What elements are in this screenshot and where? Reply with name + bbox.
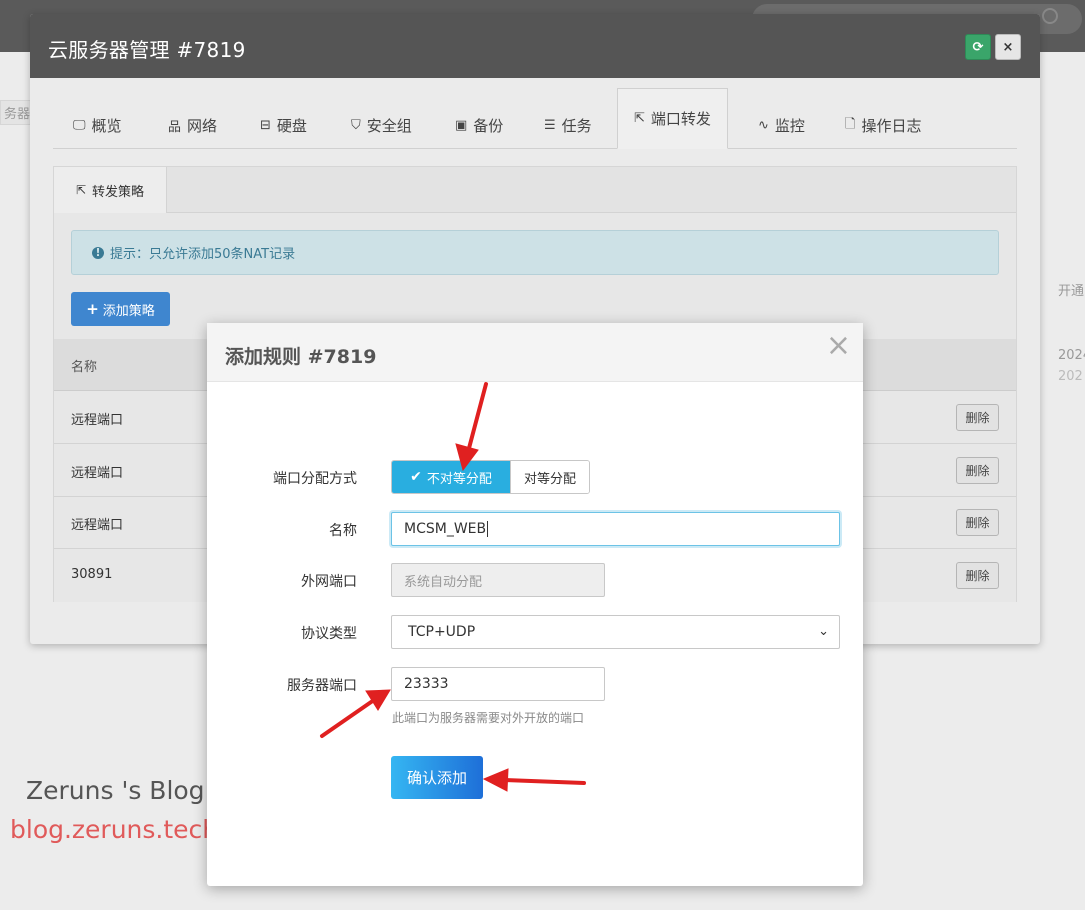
server-port-help: 此端口为服务器需要对外开放的端口: [392, 711, 585, 725]
tab-backup[interactable]: ▣ 备份: [455, 102, 503, 149]
tab-label: 网络: [187, 117, 218, 135]
add-policy-button[interactable]: + 添加策略: [71, 292, 170, 326]
tab-disk[interactable]: ⊟ 硬盘: [260, 102, 307, 149]
panel-tab-label: 转发策略: [92, 184, 145, 200]
monitor-icon: 🖵: [73, 118, 86, 133]
info-alert: ! 提示：只允许添加50条NAT记录: [71, 230, 999, 275]
row-name: 远程端口: [71, 466, 124, 481]
external-link-icon: ⇱: [634, 111, 645, 126]
watermark-url: blog.zeruns.tech: [10, 815, 219, 844]
tab-network[interactable]: 品网络: [168, 102, 217, 149]
tab-label: 备份: [473, 117, 504, 135]
modal-close-button[interactable]: ×: [826, 331, 851, 361]
info-icon: !: [92, 246, 104, 259]
save-icon: ▣: [455, 118, 468, 133]
background-date-text: 2024: [1058, 348, 1085, 363]
row-name: 远程端口: [71, 413, 124, 428]
modal-header: 添加规则 #7819 ×: [207, 323, 863, 382]
server-port-input[interactable]: 23333: [391, 667, 605, 701]
tab-overview[interactable]: 🖵 概览: [73, 102, 122, 149]
external-link-icon: ⇱: [75, 183, 87, 197]
option-label: 不对等分配: [426, 471, 492, 487]
shield-icon: ⛉: [351, 118, 361, 133]
refresh-button[interactable]: ⟳: [965, 34, 991, 60]
add-rule-modal: 添加规则 #7819 × 端口分配方式 ✔ 不对等分配 对等分配 名称 MCSM_…: [207, 323, 863, 886]
protocol-label: 协议类型: [301, 626, 357, 642]
name-input[interactable]: MCSM_WEB: [391, 512, 840, 546]
tab-label: 硬盘: [276, 117, 307, 135]
panel-tab-bar: ⇱ 转发策略: [54, 167, 1016, 213]
protocol-value: TCP+UDP: [408, 624, 476, 640]
tasks-icon: ☰: [544, 118, 556, 133]
delete-button[interactable]: 删除: [956, 457, 999, 484]
network-icon: 品: [168, 120, 182, 135]
file-icon: 🗋: [845, 116, 856, 132]
delete-button[interactable]: 删除: [956, 404, 999, 431]
tab-bar: 🖵 概览 品网络 ⊟ 硬盘 ⛉ 安全组 ▣ 备份 ☰ 任务 ⇱ 端口转发 ∿ 监控 🗋 操作日志: [53, 88, 1017, 149]
window-header: 云服务器管理 #7819 ⟳ ×: [30, 14, 1040, 78]
tab-operation-log[interactable]: 🗋 操作日志: [845, 102, 921, 149]
tab-tasks[interactable]: ☰ 任务: [544, 102, 592, 149]
option-unequal-allocation[interactable]: ✔ 不对等分配: [392, 461, 510, 493]
background-sidebar-text: 务器: [0, 100, 35, 125]
chevron-down-icon: ⌄: [818, 624, 829, 639]
protocol-select[interactable]: TCP+UDP ⌄: [391, 615, 840, 649]
delete-button[interactable]: 删除: [956, 509, 999, 536]
column-header-name: 名称: [71, 360, 98, 375]
external-port-label: 外网端口: [301, 574, 357, 590]
add-policy-label: 添加策略: [102, 303, 155, 319]
row-name: 30891: [71, 567, 113, 582]
name-value: MCSM_WEB: [404, 521, 487, 537]
option-equal-allocation[interactable]: 对等分配: [510, 461, 589, 493]
watermark-title: Zeruns 's Blog: [26, 776, 205, 805]
background-date-text-2: 202: [1058, 369, 1083, 384]
disk-icon: ⊟: [260, 118, 271, 133]
external-port-input: 系统自动分配: [391, 563, 605, 597]
allocation-toggle: ✔ 不对等分配 对等分配: [391, 460, 590, 494]
tab-forward-policy[interactable]: ⇱ 转发策略: [54, 167, 167, 213]
tab-port-forwarding[interactable]: ⇱ 端口转发: [617, 88, 728, 149]
window-title: 云服务器管理 #7819: [48, 38, 246, 62]
tab-label: 监控: [774, 117, 805, 135]
plus-icon: +: [86, 300, 99, 318]
delete-button[interactable]: 删除: [956, 562, 999, 589]
tab-label: 安全组: [366, 117, 412, 135]
text-cursor: [487, 521, 489, 537]
search-icon: [1042, 8, 1058, 24]
tab-label: 端口转发: [650, 110, 711, 128]
row-name: 远程端口: [71, 518, 124, 533]
tab-label: 操作日志: [861, 117, 922, 135]
tab-monitoring[interactable]: ∿ 监控: [758, 102, 805, 149]
modal-title: 添加规则 #7819: [225, 346, 377, 368]
refresh-icon: ⟳: [972, 39, 984, 55]
window-close-button[interactable]: ×: [995, 34, 1021, 60]
tab-label: 任务: [561, 117, 592, 135]
allocation-label: 端口分配方式: [273, 471, 357, 487]
close-icon: ×: [1002, 39, 1014, 55]
tab-label: 概览: [91, 117, 122, 135]
server-port-label: 服务器端口: [287, 678, 357, 694]
heartbeat-icon: ∿: [758, 118, 769, 133]
name-label: 名称: [329, 523, 357, 539]
background-status-text: 开通: [1058, 284, 1085, 299]
alert-text: 提示：只允许添加50条NAT记录: [110, 247, 296, 262]
confirm-add-button[interactable]: 确认添加: [391, 756, 483, 799]
check-icon: ✔: [410, 469, 422, 485]
tab-security-group[interactable]: ⛉ 安全组: [351, 102, 412, 149]
